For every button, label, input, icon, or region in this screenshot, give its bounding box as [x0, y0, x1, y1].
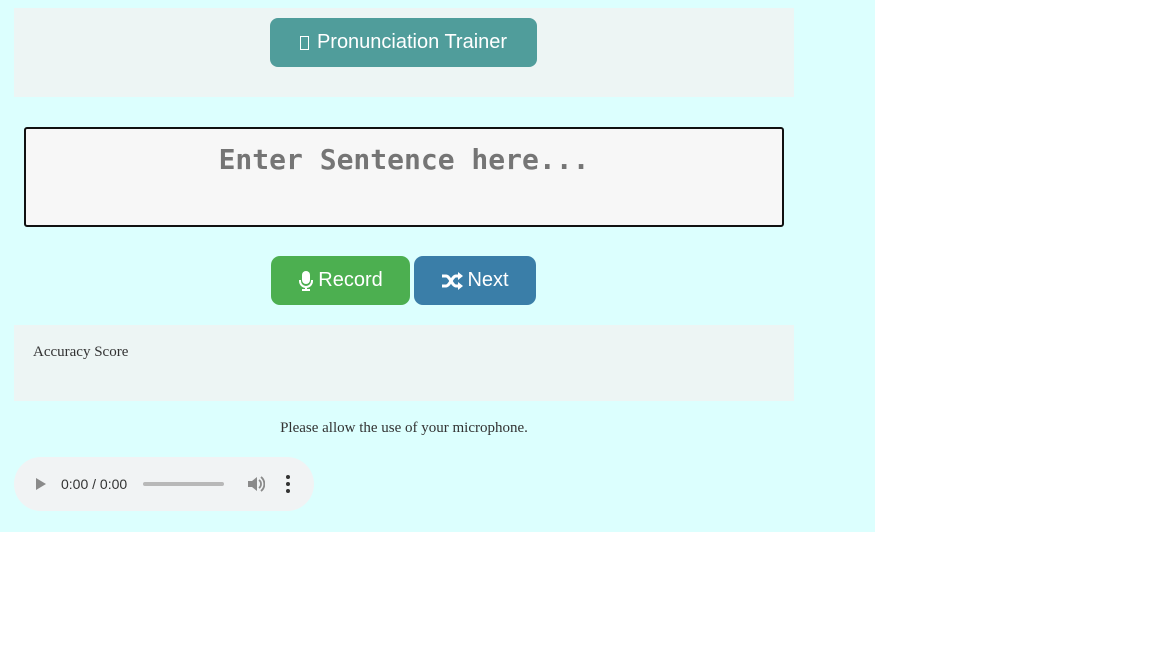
audio-progress-slider[interactable] [143, 482, 224, 486]
record-button[interactable]: Record [271, 256, 410, 305]
audio-player[interactable]: 0:00 / 0:00 [14, 457, 314, 511]
sentence-input[interactable] [24, 127, 784, 227]
microphone-icon [299, 270, 314, 291]
microphone-permission-message: Please allow the use of your microphone. [280, 420, 528, 436]
next-button[interactable]: Next [414, 256, 536, 305]
next-label: Next [467, 269, 509, 291]
app-title: Pronunciation Trainer [316, 31, 508, 53]
accuracy-panel: Accuracy Score [14, 325, 794, 401]
play-icon[interactable] [36, 478, 46, 490]
title-button[interactable]: Pronunciation Trainer [270, 18, 537, 67]
missing-glyph-icon [299, 35, 309, 50]
volume-icon[interactable] [247, 475, 265, 493]
record-label: Record [318, 269, 383, 291]
accuracy-score-label: Accuracy Score [33, 344, 129, 360]
app-container: Pronunciation Trainer Record Next Accura… [0, 0, 875, 532]
shuffle-icon [442, 271, 464, 290]
audio-time: 0:00 / 0:00 [61, 476, 128, 492]
more-options-icon[interactable] [286, 475, 290, 493]
